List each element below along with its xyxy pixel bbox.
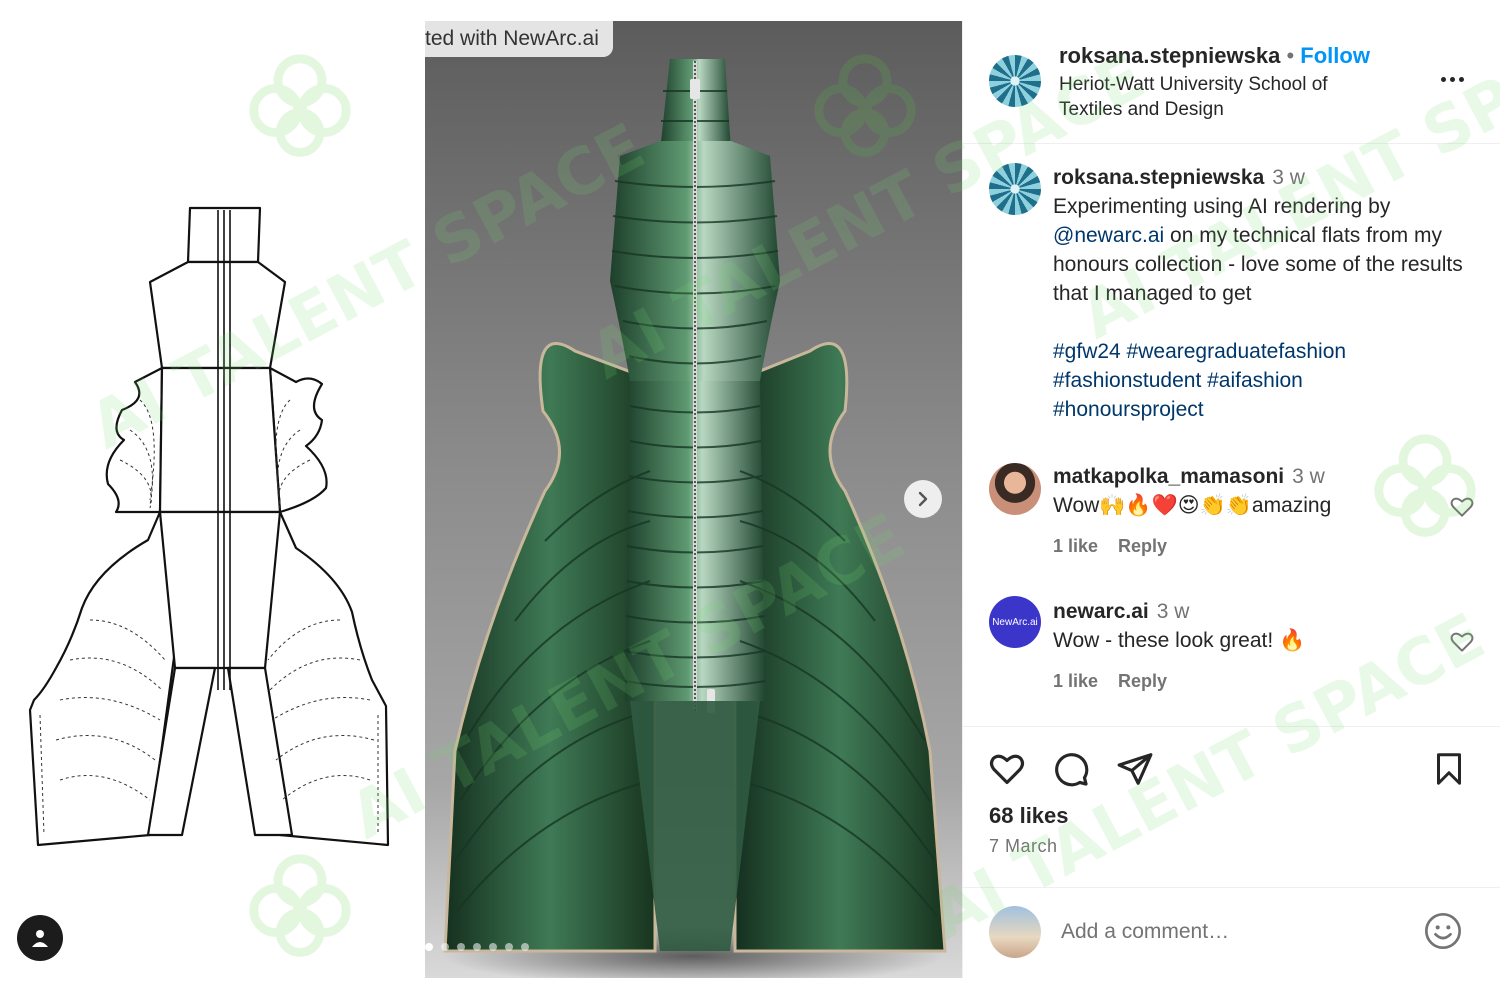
comment-username[interactable]: matkapolka_mamasoni bbox=[1053, 465, 1284, 488]
comment: newarc.ai 3 w Wow - these look great! 🔥 bbox=[1053, 597, 1473, 655]
follow-button[interactable]: Follow bbox=[1300, 43, 1370, 68]
heart-icon[interactable] bbox=[1449, 629, 1475, 655]
carousel-dot bbox=[457, 943, 465, 951]
carousel-dot bbox=[521, 943, 529, 951]
header-separator: • bbox=[1286, 43, 1295, 68]
generated-by-label: ted with NewArc.ai bbox=[425, 21, 613, 57]
save-icon bbox=[1437, 753, 1461, 785]
post-details-panel: roksana.stepniewska • Follow Heriot-Watt… bbox=[962, 21, 1500, 978]
comment-icon bbox=[1055, 753, 1089, 787]
like-button[interactable] bbox=[987, 749, 1027, 789]
author-username[interactable]: roksana.stepniewska bbox=[1059, 43, 1280, 68]
share-button[interactable] bbox=[1115, 749, 1155, 789]
chevron-right-icon bbox=[918, 491, 928, 507]
mention-link[interactable]: @newarc.ai bbox=[1053, 224, 1164, 247]
carousel-dot bbox=[489, 943, 497, 951]
hashtag-line[interactable]: #gfw24 #wearegraduatefashion bbox=[1053, 337, 1483, 366]
post-actions bbox=[987, 749, 1467, 789]
carousel-dot bbox=[425, 943, 433, 951]
more-icon bbox=[1441, 76, 1446, 82]
header-divider bbox=[963, 143, 1500, 144]
share-icon bbox=[1117, 753, 1153, 785]
carousel-indicator bbox=[425, 943, 529, 951]
comment: matkapolka_mamasoni 3 w Wow🙌🔥❤️😍👏👏amazing bbox=[1053, 462, 1473, 520]
comment-divider bbox=[963, 887, 1500, 888]
hashtag-line[interactable]: #fashionstudent #aifashion bbox=[1053, 366, 1483, 395]
comment-meta: 1 like Reply bbox=[1053, 536, 1167, 557]
more-options-button[interactable] bbox=[1441, 69, 1471, 89]
comment-meta: 1 like Reply bbox=[1053, 671, 1167, 692]
technical-flat-sketch bbox=[0, 0, 425, 1000]
caption-username[interactable]: roksana.stepniewska bbox=[1053, 166, 1264, 189]
like-icon bbox=[989, 754, 1025, 785]
caption-text: Experimenting using AI rendering by bbox=[1053, 195, 1391, 218]
puffer-dress-render bbox=[443, 59, 947, 978]
account-button[interactable] bbox=[17, 915, 63, 961]
post-header: roksana.stepniewska • Follow bbox=[1059, 43, 1370, 69]
garment-flat-drawing bbox=[28, 206, 390, 847]
add-comment-input[interactable] bbox=[1061, 917, 1401, 947]
comment-likes[interactable]: 1 like bbox=[1053, 671, 1098, 692]
emoji-button[interactable] bbox=[1423, 911, 1463, 951]
commenter-avatar[interactable] bbox=[989, 463, 1041, 515]
comment-time: 3 w bbox=[1292, 465, 1325, 488]
reply-button[interactable]: Reply bbox=[1118, 536, 1167, 557]
author-avatar[interactable] bbox=[989, 55, 1041, 107]
comment-time: 3 w bbox=[1156, 600, 1190, 623]
carousel-dot bbox=[441, 943, 449, 951]
reply-button[interactable]: Reply bbox=[1118, 671, 1167, 692]
carousel-dot bbox=[505, 943, 513, 951]
next-image-button[interactable] bbox=[904, 480, 942, 518]
actions-divider bbox=[963, 726, 1500, 727]
comment-text: Wow - these look great! 🔥 bbox=[1053, 629, 1306, 652]
post-caption: roksana.stepniewska 3 w Experimenting usi… bbox=[1053, 163, 1493, 308]
post-date: 7 March bbox=[989, 836, 1058, 856]
save-button[interactable] bbox=[1429, 749, 1469, 789]
carousel-dot bbox=[473, 943, 481, 951]
avatar-text: NewArc.ai bbox=[992, 616, 1038, 628]
comment-likes[interactable]: 1 like bbox=[1053, 536, 1098, 557]
user-icon bbox=[32, 930, 48, 947]
hashtags: #gfw24 #wearegraduatefashion #fashionstu… bbox=[1053, 337, 1483, 424]
current-user-avatar bbox=[989, 906, 1041, 958]
caption-time: 3 w bbox=[1272, 166, 1305, 189]
likes-count[interactable]: 68 likes bbox=[989, 803, 1069, 829]
post-image[interactable]: ted with NewArc.ai bbox=[425, 21, 962, 978]
post-location[interactable]: Heriot-Watt University School of Textile… bbox=[1059, 72, 1379, 122]
hashtag-line[interactable]: #honoursproject bbox=[1053, 395, 1483, 424]
heart-icon[interactable] bbox=[1449, 494, 1475, 520]
commenter-avatar[interactable]: NewArc.ai bbox=[989, 596, 1041, 648]
comment-button[interactable] bbox=[1051, 749, 1091, 789]
emoji-icon bbox=[1425, 913, 1461, 949]
caption-avatar[interactable] bbox=[989, 163, 1041, 215]
comment-username[interactable]: newarc.ai bbox=[1053, 600, 1149, 623]
comment-text: Wow🙌🔥❤️😍👏👏amazing bbox=[1053, 494, 1332, 517]
